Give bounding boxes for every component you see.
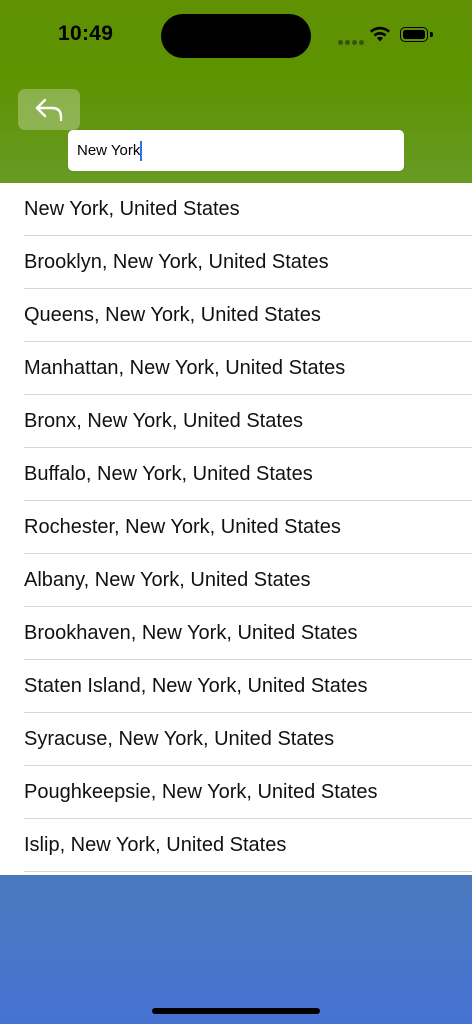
result-item[interactable]: Manhattan, New York, United States [0,342,472,395]
result-item[interactable]: Bronx, New York, United States [0,395,472,448]
result-item[interactable]: Brookhaven, New York, United States [0,607,472,660]
back-button[interactable] [18,89,80,130]
result-item[interactable]: Brooklyn, New York, United States [0,236,472,289]
result-item[interactable]: Staten Island, New York, United States [0,660,472,713]
dynamic-island [161,14,311,58]
result-item[interactable]: Poughkeepsie, New York, United States [0,766,472,819]
footer-background [0,875,472,1024]
app-header: 10:49 [0,0,472,183]
result-item[interactable]: Rochester, New York, United States [0,501,472,554]
status-bar: 10:49 [0,0,472,70]
battery-icon [400,27,428,42]
battery-cap [430,32,433,37]
cellular-signal-icon [338,32,366,50]
result-item[interactable]: Queens, New York, United States [0,289,472,342]
search-input[interactable] [68,130,404,171]
result-item[interactable]: Albany, New York, United States [0,554,472,607]
wifi-icon [370,26,390,42]
text-caret [140,141,142,161]
reply-arrow-icon [35,98,63,121]
status-icons [338,24,438,46]
home-indicator[interactable] [152,1008,320,1014]
result-item[interactable]: Buffalo, New York, United States [0,448,472,501]
status-time: 10:49 [58,22,114,45]
result-item[interactable]: New York, United States [0,183,472,236]
result-item[interactable]: Syracuse, New York, United States [0,713,472,766]
results-list[interactable]: New York, United States Brooklyn, New Yor… [0,183,472,875]
result-item[interactable]: Islip, New York, United States [0,819,472,872]
